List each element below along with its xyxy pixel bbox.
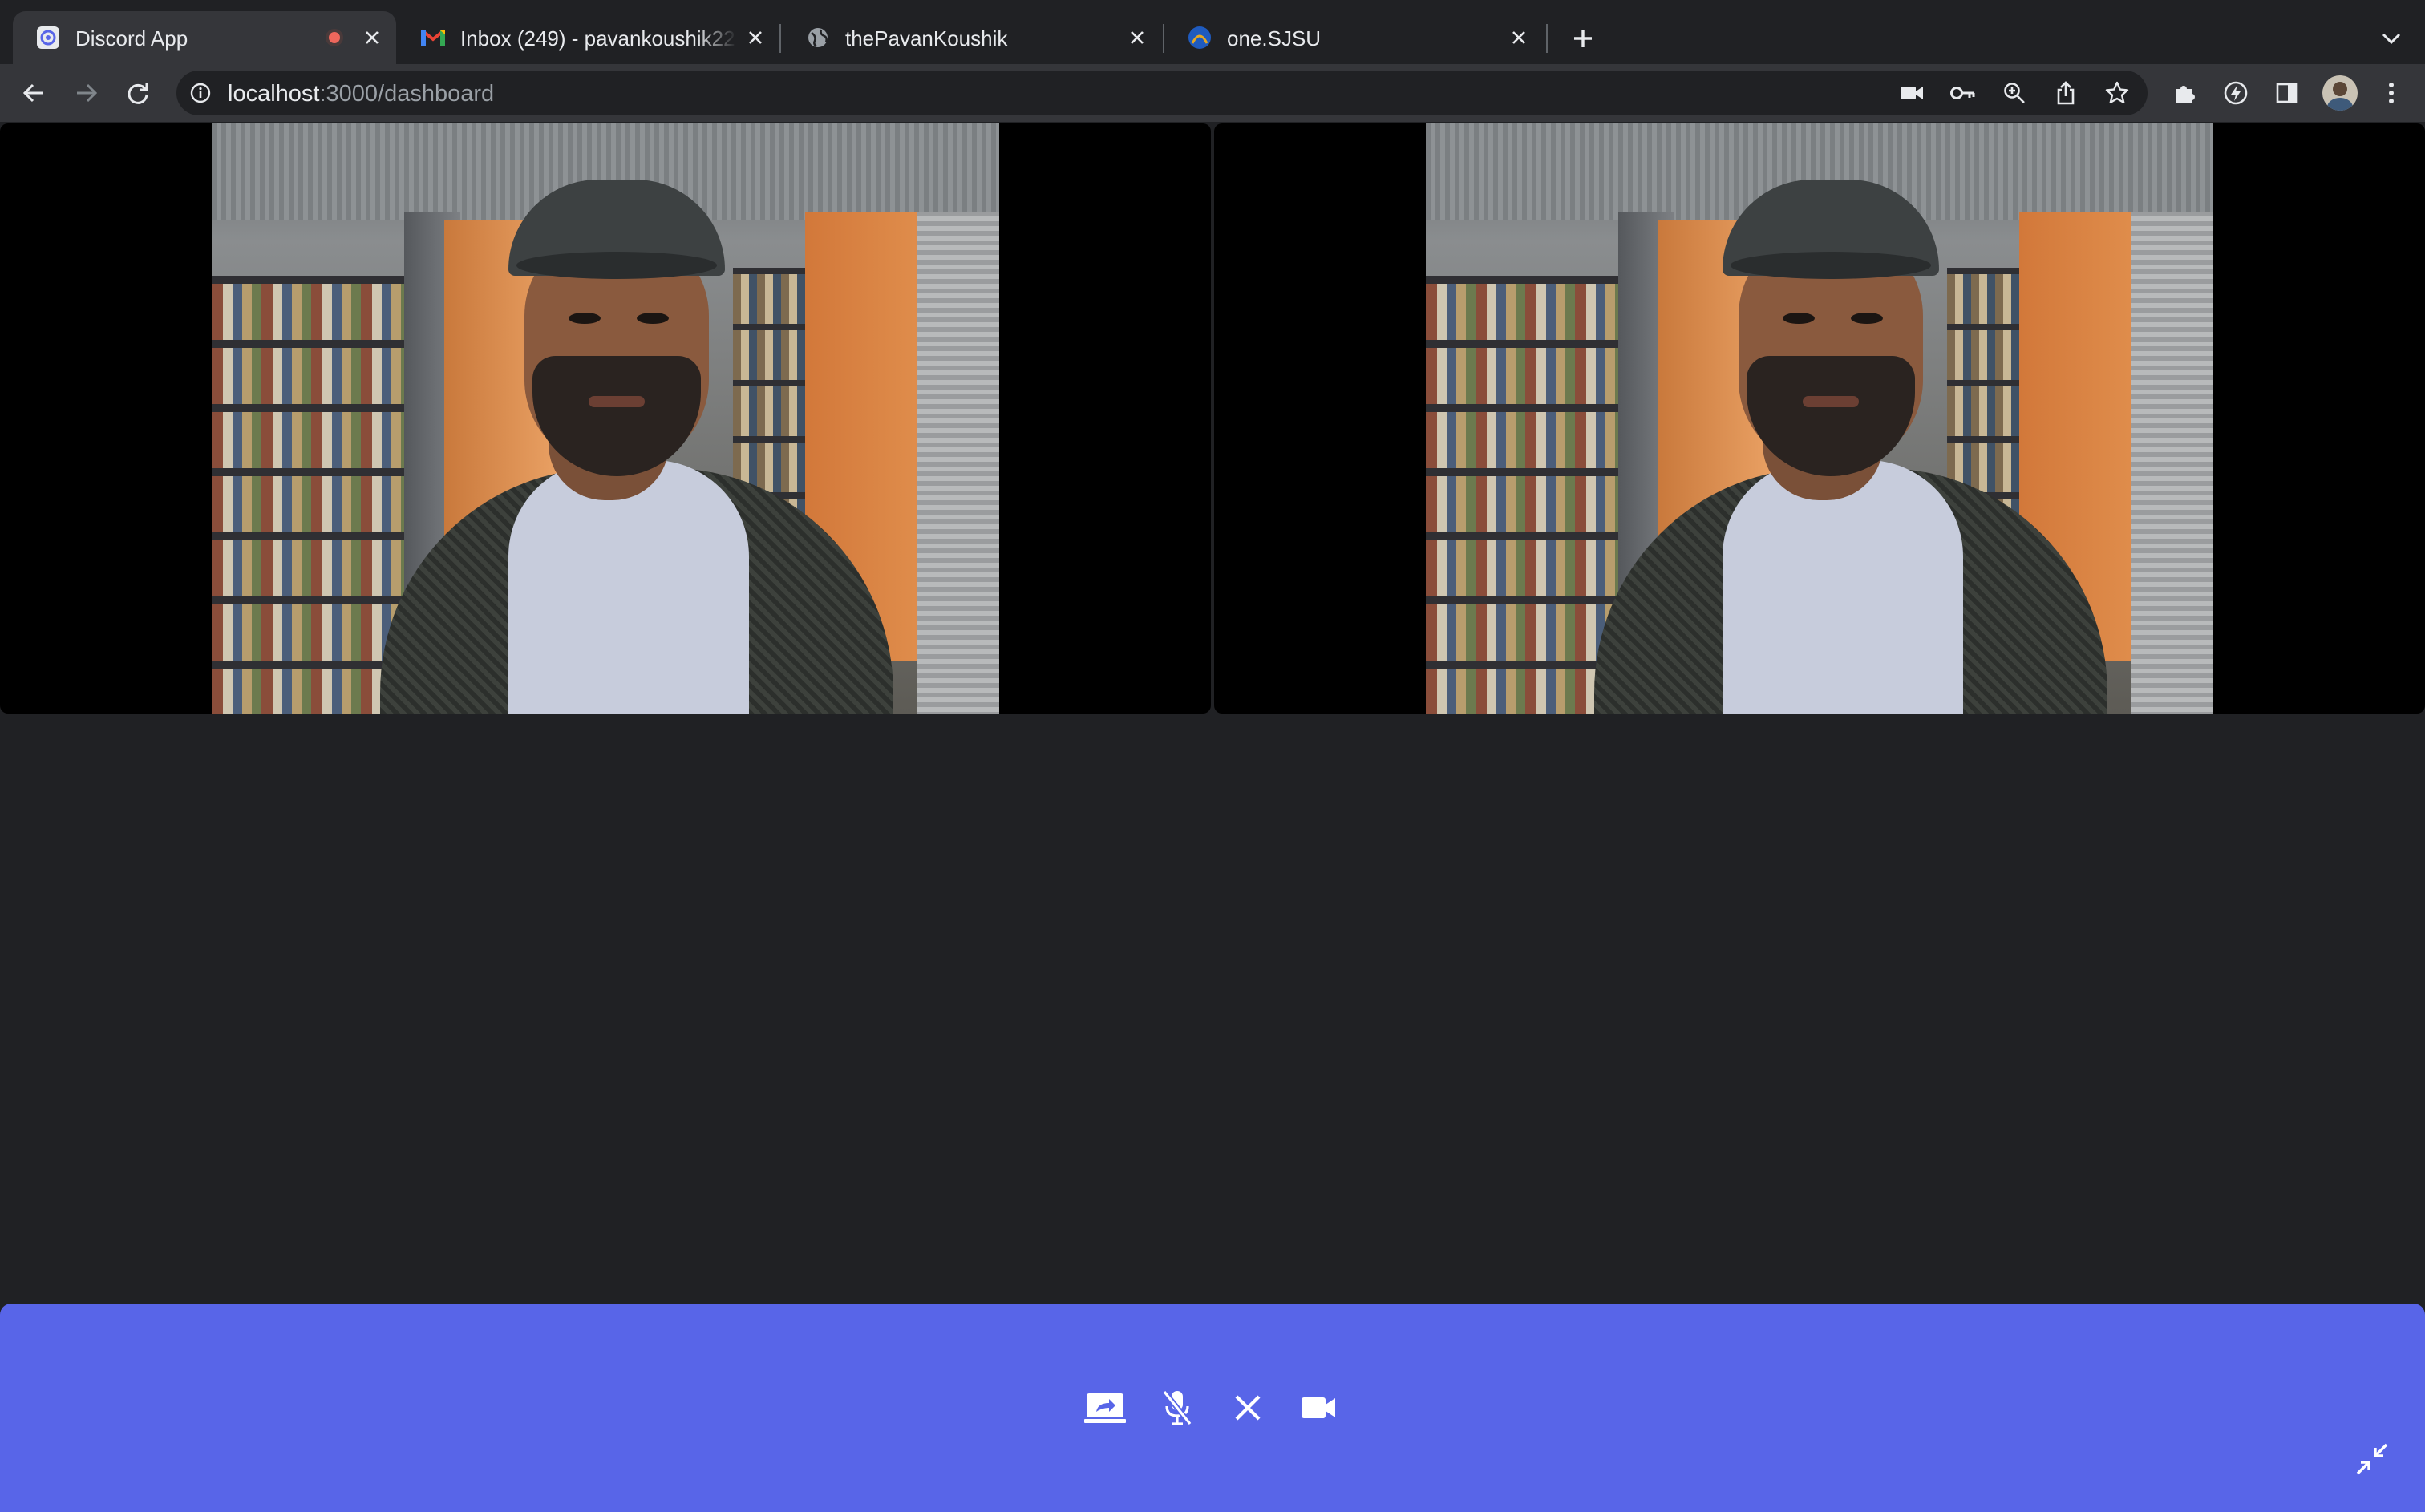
tab-title: Inbox (249) - pavankoushik22@ [460,26,737,51]
mute-button[interactable] [1153,1384,1201,1432]
tab-title: Discord App [75,26,188,51]
tab-thepavankoushik[interactable]: thePavanKoushik [783,11,1160,64]
local-video-tile [0,123,1211,714]
screen-share-button[interactable] [1081,1384,1129,1432]
close-tab-icon[interactable] [1124,25,1150,51]
close-tab-icon[interactable] [743,25,768,51]
new-tab-button[interactable] [1565,21,1601,56]
close-tab-icon[interactable] [359,25,385,51]
tab-search-button[interactable] [2374,21,2409,56]
tab-title: thePavanKoushik [845,26,1008,51]
browser-toolbar: localhost:3000/dashboard [0,64,2425,122]
side-panel-button[interactable] [2268,74,2306,112]
tab-strip: Discord App Inbox (249) - pavankoushik22… [0,0,2425,64]
minimize-call-button[interactable] [2350,1437,2395,1482]
microphone-off-icon [1162,1389,1192,1426]
discord-app-icon [35,25,61,51]
reload-button[interactable] [119,74,157,112]
forward-button[interactable] [67,74,106,112]
key-icon[interactable] [1947,77,1979,109]
close-tab-icon[interactable] [1506,25,1532,51]
gmail-icon [420,25,446,51]
globe-icon [805,25,831,51]
tab-title: one.SJSU [1227,26,1322,51]
screen-share-icon [1084,1393,1126,1423]
remote-video-tile [1214,123,2425,714]
tab-gmail-inbox[interactable]: Inbox (249) - pavankoushik22@ [398,11,775,64]
extensions-button[interactable] [2165,74,2204,112]
side-panel-icon [2276,83,2298,103]
remote-video-frame [1426,123,2213,714]
bolt-circle-icon [2224,81,2248,105]
url-path: :3000/dashboard [319,81,495,107]
minimize-icon [2356,1443,2388,1475]
extension-bolt-button[interactable] [2217,74,2255,112]
chevron-down-icon [2382,33,2401,45]
browser-window: Discord App Inbox (249) - pavankoushik22… [0,0,2425,1512]
tab-one-sjsu[interactable]: one.SJSU [1164,11,1546,64]
plus-icon [1574,30,1592,47]
profile-avatar[interactable] [2322,75,2358,111]
url-host: localhost [228,81,320,107]
camera-in-use-icon[interactable] [1896,77,1928,109]
arrow-left-icon [22,83,43,103]
camera-button[interactable] [1294,1384,1342,1432]
site-info-icon[interactable] [188,80,213,106]
bookmark-star-icon[interactable] [2101,77,2133,109]
url-text[interactable]: localhost:3000/dashboard [228,81,494,107]
leave-call-button[interactable] [1224,1384,1272,1432]
dashboard-call-area [0,122,2425,1512]
tab-separator [1546,24,1548,53]
puzzle-icon [2176,86,2195,103]
close-icon [1235,1395,1261,1421]
kebab-menu-icon [2389,83,2394,103]
call-controls-bar [0,1304,2425,1512]
recording-indicator-icon [326,29,343,46]
reload-icon [128,83,148,104]
address-bar[interactable]: localhost:3000/dashboard [176,71,2148,115]
local-video-frame [212,123,999,714]
sjsu-icon [1187,25,1212,51]
tab-discord-app[interactable]: Discord App [13,11,396,64]
zoom-icon[interactable] [1998,77,2030,109]
share-icon[interactable] [2050,77,2082,109]
video-camera-icon [1302,1397,1335,1418]
tab-separator [779,24,781,53]
browser-menu-button[interactable] [2372,74,2411,112]
back-button[interactable] [14,74,53,112]
arrow-right-icon [77,83,98,103]
